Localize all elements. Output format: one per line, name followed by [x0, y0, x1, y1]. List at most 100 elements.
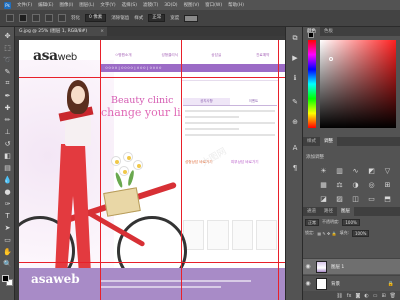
levels-icon[interactable]: ▥ [334, 166, 345, 175]
foreground-background-colors[interactable] [2, 275, 13, 286]
visibility-eye-icon[interactable]: ◉ [303, 263, 313, 270]
gradient-map-icon[interactable]: ▭ [366, 194, 377, 203]
saturation-value-field[interactable] [320, 40, 396, 128]
hand-tool-icon[interactable]: ✋ [3, 247, 12, 256]
tab-paths[interactable]: 路径 [320, 207, 337, 216]
visibility-eye-icon[interactable]: ◉ [303, 280, 313, 287]
menu-type[interactable]: 文字(Y) [100, 2, 115, 8]
path-select-tool-icon[interactable]: ➤ [3, 223, 12, 232]
fill-input[interactable]: 100% [352, 229, 370, 237]
menu-view[interactable]: 视图(V) [184, 2, 200, 8]
eyedropper-tool-icon[interactable]: ✒ [3, 91, 12, 100]
width-input[interactable] [184, 14, 199, 22]
paragraph-panel-icon[interactable]: ¶ [290, 163, 300, 173]
shape-tool-icon[interactable]: ▭ [3, 235, 12, 244]
layer-row-background[interactable]: ◉ 背景 🔒 [303, 275, 400, 291]
posterize-icon[interactable]: ▨ [334, 194, 345, 203]
black-white-icon[interactable]: ◑ [350, 180, 361, 189]
tab-swatches[interactable]: 色板 [320, 27, 337, 36]
pen-tool-icon[interactable]: ✑ [3, 199, 12, 208]
menu-file[interactable]: 文件(F) [17, 2, 32, 8]
brush-tool-icon[interactable]: ✏ [3, 115, 12, 124]
actions-panel-icon[interactable]: ▶ [290, 53, 300, 63]
blur-tool-icon[interactable]: 💧 [3, 175, 12, 184]
girl-face [71, 86, 85, 104]
threshold-icon[interactable]: ◫ [350, 194, 361, 203]
tab-layers[interactable]: 图层 [337, 207, 354, 216]
marquee-tool-preset-button[interactable] [6, 14, 14, 22]
opacity-input[interactable]: 100% [342, 218, 360, 226]
add-mask-icon[interactable]: ◙ [355, 293, 360, 299]
menu-3d[interactable]: 3D(D) [164, 3, 177, 8]
vibrance-icon[interactable]: ▽ [382, 166, 393, 175]
guide-vertical[interactable] [278, 40, 279, 300]
zoom-tool-icon[interactable]: 🔍 [3, 259, 12, 268]
invert-icon[interactable]: ◪ [318, 194, 329, 203]
guide-horizontal[interactable] [19, 77, 285, 78]
crop-tool-icon[interactable]: ⌗ [3, 79, 12, 88]
history-panel-icon[interactable]: ⧉ [290, 33, 300, 43]
eraser-tool-icon[interactable]: ◧ [3, 151, 12, 160]
dodge-tool-icon[interactable]: ● [3, 187, 12, 196]
add-selection-button[interactable] [32, 14, 40, 22]
subtract-selection-button[interactable] [45, 14, 53, 22]
exposure-icon[interactable]: ◩ [366, 166, 377, 175]
antialias-checkbox[interactable]: 消除锯齿 [111, 15, 129, 21]
intersect-selection-button[interactable] [58, 14, 66, 22]
menu-image[interactable]: 图像(I) [59, 2, 73, 8]
brightness-contrast-icon[interactable]: ☀ [318, 166, 329, 175]
gradient-tool-icon[interactable]: ▤ [3, 163, 12, 172]
marquee-tool-icon[interactable]: ⬚ [3, 43, 12, 52]
tab-channels[interactable]: 通道 [303, 207, 320, 216]
color-panel-foreground-swatch[interactable] [308, 32, 314, 38]
menu-layer[interactable]: 图层(L) [79, 2, 94, 8]
healing-brush-tool-icon[interactable]: ✚ [3, 103, 12, 112]
clone-stamp-tool-icon[interactable]: ⊥ [3, 127, 12, 136]
document-canvas[interactable]: asaweb ㅇ병원소개 성형클리닉 상담실 진료예약 ㅇㅇㅇㅇ | ㅇㅇㅇㅇ … [19, 40, 285, 300]
feather-input[interactable]: 0 像素 [85, 14, 107, 22]
menu-edit[interactable]: 编辑(E) [38, 2, 53, 8]
blend-mode-select[interactable]: 正常 [305, 218, 319, 226]
layer-row-layer1[interactable]: ◉ 图层 1 [303, 258, 400, 274]
photo-filter-icon[interactable]: ◎ [366, 180, 377, 189]
clone-source-panel-icon[interactable]: ⊕ [290, 117, 300, 127]
menu-window[interactable]: 窗口(W) [205, 2, 222, 8]
move-tool-icon[interactable]: ✥ [3, 31, 12, 40]
new-group-icon[interactable]: ▭ [373, 293, 378, 299]
channel-mixer-icon[interactable]: ⊞ [382, 180, 393, 189]
document-tab[interactable]: G.jpg @ 25% (图层 1, RGB/8#) × [15, 27, 107, 36]
delete-layer-icon[interactable]: 🗑 [390, 293, 396, 299]
guide-vertical[interactable] [100, 40, 101, 300]
foreground-color-swatch[interactable] [2, 275, 9, 282]
history-brush-tool-icon[interactable]: ↺ [3, 139, 12, 148]
properties-panel-icon[interactable]: ℹ [290, 73, 300, 83]
guide-vertical[interactable] [181, 40, 182, 300]
lasso-tool-icon[interactable]: ➰ [3, 55, 12, 64]
character-panel-icon[interactable]: A [290, 143, 300, 153]
tab-adjustments[interactable]: 调整 [320, 137, 337, 146]
close-document-icon[interactable]: × [100, 27, 104, 36]
menu-help[interactable]: 帮助(H) [228, 2, 244, 8]
brush-panel-icon[interactable]: ✎ [290, 97, 300, 107]
hue-slider[interactable] [308, 40, 316, 128]
menu-filter[interactable]: 滤镜(T) [143, 2, 158, 8]
new-selection-button[interactable] [19, 14, 27, 22]
color-balance-icon[interactable]: ⚖ [334, 180, 345, 189]
fill-label: 填充: [339, 230, 349, 235]
hue-saturation-icon[interactable]: ▦ [318, 180, 329, 189]
lock-icons[interactable]: ▦ ✎ ✥ 🔒 [317, 231, 336, 236]
guide-horizontal[interactable] [19, 262, 285, 263]
new-adjustment-icon[interactable]: ◐ [364, 293, 368, 299]
curves-icon[interactable]: ∿ [350, 166, 361, 175]
layer-style-icon[interactable]: fx [347, 293, 352, 299]
new-layer-icon[interactable]: ⊞ [381, 293, 385, 299]
style-select[interactable]: 正常 [148, 14, 166, 22]
type-tool-icon[interactable]: T [3, 211, 12, 220]
quick-select-tool-icon[interactable]: ✎ [3, 67, 12, 76]
tab-styles[interactable]: 样式 [303, 137, 320, 146]
site-icon-tile [231, 220, 253, 250]
color-picker-cursor[interactable] [329, 57, 333, 61]
link-layers-icon[interactable]: ⛓ [336, 293, 342, 299]
selective-color-icon[interactable]: ⬒ [382, 194, 393, 203]
menu-select[interactable]: 选择(S) [122, 2, 137, 8]
